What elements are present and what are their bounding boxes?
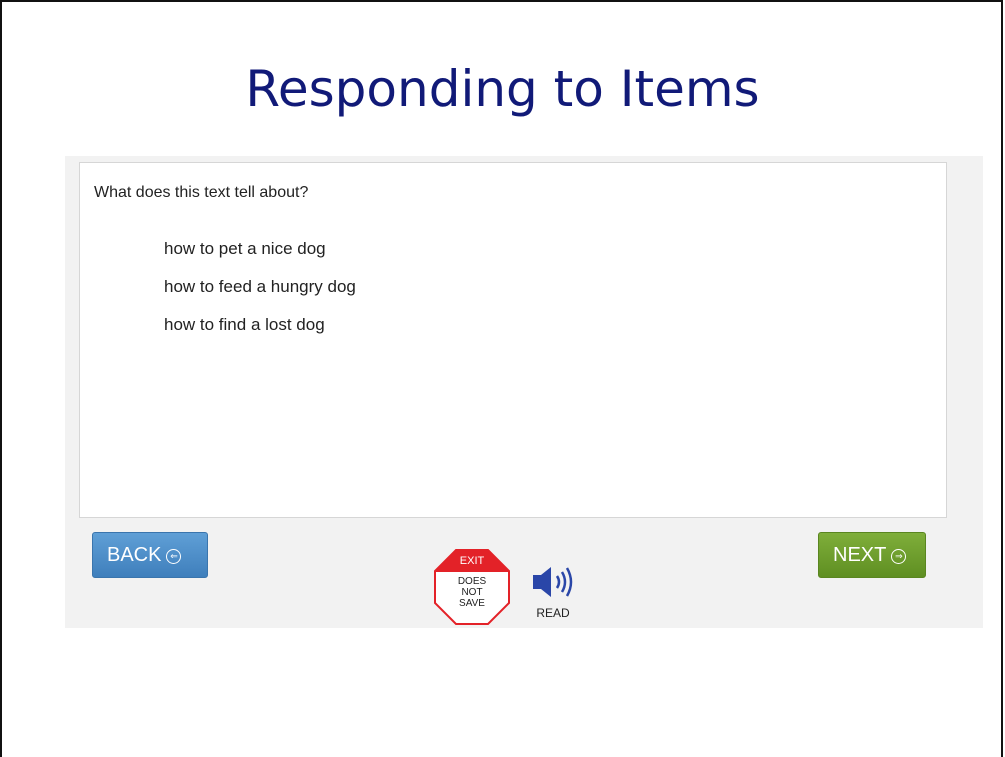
test-item-panel: What does this text tell about? how to p… bbox=[65, 156, 983, 628]
slide-title: Responding to Items bbox=[245, 60, 760, 118]
answer-option-3[interactable]: how to find a lost dog bbox=[164, 313, 356, 351]
exit-label: EXIT bbox=[459, 555, 485, 567]
answer-options: how to pet a nice dog how to feed a hung… bbox=[164, 237, 356, 351]
arrow-left-circle-icon: ⇐ bbox=[166, 548, 182, 564]
arrow-right-circle-icon: ⇒ bbox=[891, 548, 907, 564]
back-button-label: BACK bbox=[107, 543, 162, 566]
exit-button[interactable]: EXIT DOES NOT SAVE bbox=[434, 549, 510, 625]
exit-note-line-1: DOES bbox=[457, 576, 487, 587]
speaker-icon bbox=[533, 567, 573, 597]
question-prompt: What does this text tell about? bbox=[94, 184, 309, 201]
next-button[interactable]: NEXT ⇒ bbox=[818, 532, 926, 578]
read-aloud-button[interactable]: READ bbox=[527, 562, 579, 620]
answer-option-1[interactable]: how to pet a nice dog bbox=[164, 237, 356, 275]
exit-note: DOES NOT SAVE bbox=[434, 576, 510, 609]
read-label: READ bbox=[536, 606, 570, 620]
back-button[interactable]: BACK ⇐ bbox=[92, 532, 208, 578]
exit-note-line-3: SAVE bbox=[459, 598, 485, 609]
next-button-label: NEXT bbox=[833, 543, 887, 566]
answer-option-2[interactable]: how to feed a hungry dog bbox=[164, 275, 356, 313]
exit-note-line-2: NOT bbox=[461, 587, 483, 598]
question-card: What does this text tell about? how to p… bbox=[79, 162, 947, 518]
